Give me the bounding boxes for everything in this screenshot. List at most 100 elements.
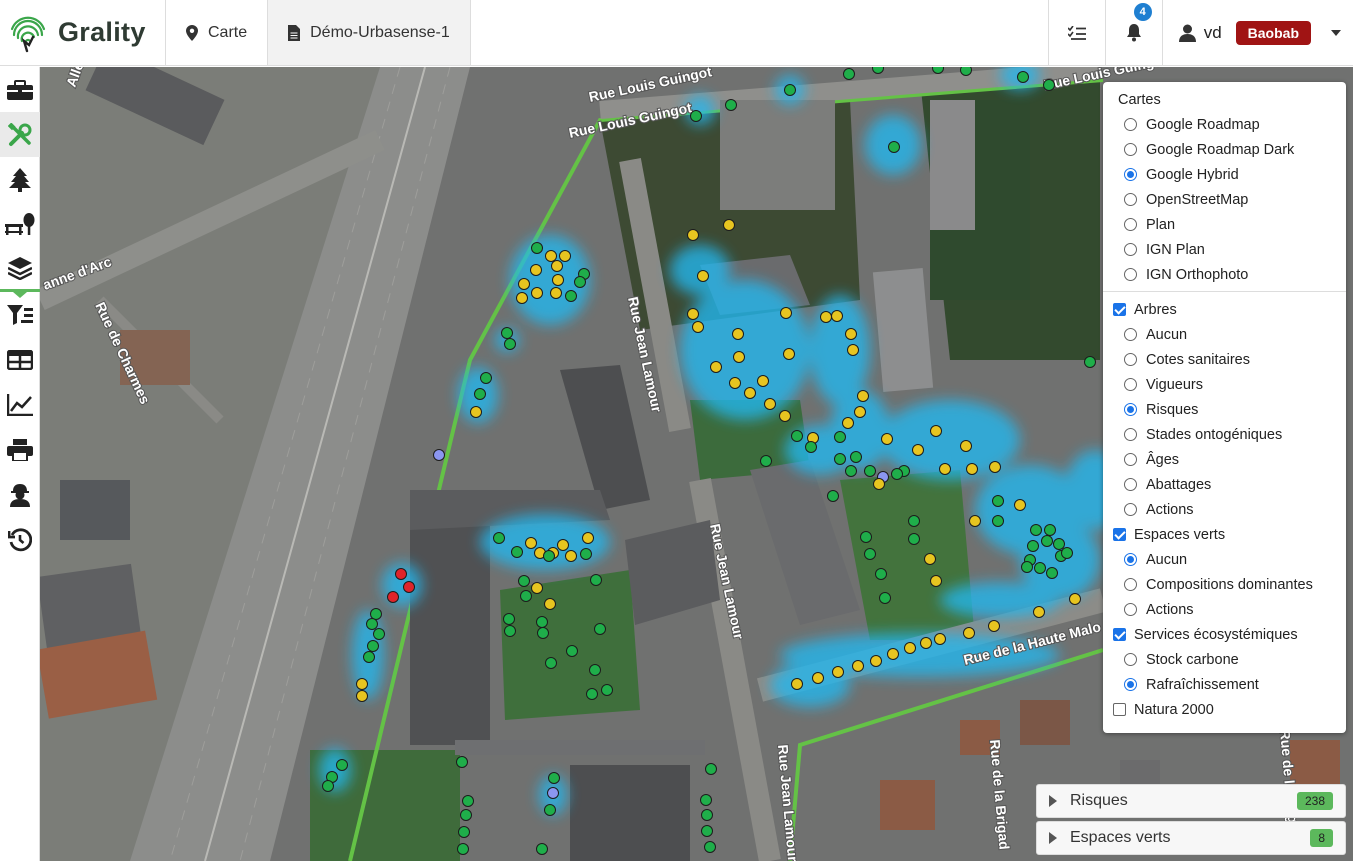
tree-marker[interactable] [873, 478, 885, 490]
tree-marker[interactable] [530, 264, 542, 276]
tree-marker[interactable] [531, 242, 543, 254]
tree-marker[interactable] [1030, 524, 1042, 536]
tree-marker[interactable] [857, 390, 869, 402]
tree-marker[interactable] [827, 490, 839, 502]
overlay-option[interactable]: Vigueurs [1103, 372, 1346, 397]
overlay-option[interactable]: Aucun [1103, 322, 1346, 347]
radio-button[interactable] [1124, 378, 1137, 391]
tree-marker[interactable] [845, 328, 857, 340]
tree-marker[interactable] [729, 377, 741, 389]
tree-marker[interactable] [582, 532, 594, 544]
tree-marker[interactable] [864, 465, 876, 477]
tree-marker[interactable] [590, 574, 602, 586]
tree-marker[interactable] [356, 690, 368, 702]
tree-marker[interactable] [733, 351, 745, 363]
tree-marker[interactable] [725, 99, 737, 111]
urban-furniture-button[interactable] [0, 202, 40, 247]
tree-marker[interactable] [791, 678, 803, 690]
tree-marker[interactable] [701, 809, 713, 821]
tree-marker[interactable] [395, 568, 407, 580]
tree-marker[interactable] [580, 548, 592, 560]
tree-marker[interactable] [904, 642, 916, 654]
overlay-toggle[interactable]: Arbres [1103, 297, 1346, 322]
tree-marker[interactable] [574, 276, 586, 288]
history-button[interactable] [0, 517, 40, 562]
tree-marker[interactable] [545, 657, 557, 669]
tree-marker[interactable] [474, 388, 486, 400]
tree-marker[interactable] [812, 672, 824, 684]
tree-marker[interactable] [960, 440, 972, 452]
basemap-option[interactable]: Plan [1103, 212, 1346, 237]
tree-marker[interactable] [780, 307, 792, 319]
workers-button[interactable] [0, 472, 40, 517]
tree-marker[interactable] [764, 398, 776, 410]
tree-marker[interactable] [992, 515, 1004, 527]
tree-marker[interactable] [1034, 562, 1046, 574]
basemap-option[interactable]: Google Hybrid [1103, 162, 1346, 187]
radio-button[interactable] [1124, 503, 1137, 516]
tree-marker[interactable] [586, 688, 598, 700]
tree-marker[interactable] [543, 550, 555, 562]
radio-button[interactable] [1124, 428, 1137, 441]
overlay-option[interactable]: Abattages [1103, 472, 1346, 497]
radio-button[interactable] [1124, 653, 1137, 666]
radio-button[interactable] [1124, 478, 1137, 491]
tree-marker[interactable] [536, 843, 548, 855]
tree-marker[interactable] [854, 406, 866, 418]
radio-button[interactable] [1124, 353, 1137, 366]
overlay-option[interactable]: Stock carbone [1103, 647, 1346, 672]
radio-button[interactable] [1124, 328, 1137, 341]
tree-marker[interactable] [930, 425, 942, 437]
tree-marker[interactable] [544, 598, 556, 610]
tab-carte[interactable]: Carte [166, 0, 269, 65]
tree-marker[interactable] [710, 361, 722, 373]
overlay-option[interactable]: Âges [1103, 447, 1346, 472]
tree-marker[interactable] [963, 627, 975, 639]
tree-marker[interactable] [552, 274, 564, 286]
overlay-toggle[interactable]: Espaces verts [1103, 522, 1346, 547]
tree-marker[interactable] [456, 756, 468, 768]
tree-marker[interactable] [700, 794, 712, 806]
tree-marker[interactable] [831, 310, 843, 322]
tree-marker[interactable] [557, 539, 569, 551]
tree-marker[interactable] [908, 515, 920, 527]
tree-marker[interactable] [1084, 356, 1096, 368]
tree-marker[interactable] [367, 640, 379, 652]
overlay-toggle[interactable]: Natura 2000 [1103, 697, 1346, 722]
tree-marker[interactable] [783, 348, 795, 360]
radio-button[interactable] [1124, 143, 1137, 156]
tree-marker[interactable] [912, 444, 924, 456]
basemap-option[interactable]: Google Roadmap [1103, 112, 1346, 137]
tree-marker[interactable] [732, 328, 744, 340]
tree-marker[interactable] [1043, 79, 1055, 91]
tree-marker[interactable] [872, 67, 884, 74]
basemap-option[interactable]: Google Roadmap Dark [1103, 137, 1346, 162]
tree-marker[interactable] [934, 633, 946, 645]
tree-marker[interactable] [832, 666, 844, 678]
tree-marker[interactable] [601, 684, 613, 696]
tree-marker[interactable] [697, 270, 709, 282]
tree-marker[interactable] [504, 338, 516, 350]
tree-marker[interactable] [932, 67, 944, 74]
tree-marker[interactable] [480, 372, 492, 384]
tree-marker[interactable] [511, 546, 523, 558]
tree-marker[interactable] [387, 591, 399, 603]
tree-marker[interactable] [820, 311, 832, 323]
tree-marker[interactable] [805, 441, 817, 453]
tree-marker[interactable] [930, 575, 942, 587]
tree-marker[interactable] [870, 655, 882, 667]
tree-marker[interactable] [1044, 524, 1056, 536]
tree-marker[interactable] [864, 548, 876, 560]
filter-button[interactable] [0, 292, 40, 337]
tree-marker[interactable] [460, 809, 472, 821]
tree-marker[interactable] [550, 287, 562, 299]
tree-marker[interactable] [589, 664, 601, 676]
task-list-button[interactable] [1047, 0, 1105, 65]
tree-marker[interactable] [687, 308, 699, 320]
tree-marker[interactable] [1014, 499, 1026, 511]
tree-marker[interactable] [370, 608, 382, 620]
tree-marker[interactable] [845, 465, 857, 477]
tree-marker[interactable] [834, 431, 846, 443]
tree-marker[interactable] [501, 327, 513, 339]
radio-button[interactable] [1124, 578, 1137, 591]
